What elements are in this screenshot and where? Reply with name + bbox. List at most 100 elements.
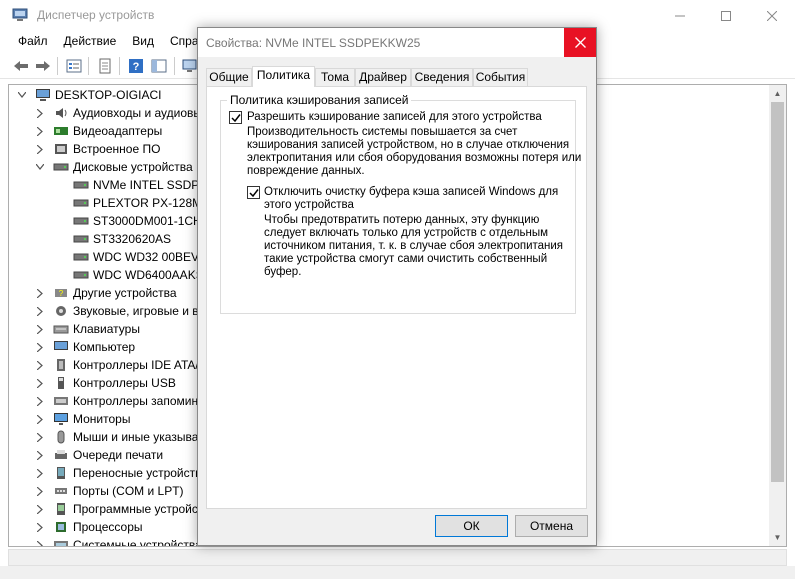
tab-policy[interactable]: Политика xyxy=(252,66,315,87)
tab-details[interactable]: Сведения xyxy=(411,68,473,86)
scroll-thumb[interactable] xyxy=(771,102,784,482)
chevron-down-icon[interactable] xyxy=(17,90,27,100)
tab-volumes[interactable]: Тома xyxy=(315,68,355,86)
chevron-right-icon[interactable] xyxy=(35,540,45,546)
tree-item-label: Переносные устройств xyxy=(73,466,202,480)
menu-view[interactable]: Вид xyxy=(124,31,162,53)
tree-item[interactable]: Встроенное ПО xyxy=(35,140,160,158)
dialog-close-button[interactable] xyxy=(564,28,596,57)
tree-item[interactable]: Контроллеры IDE ATA/ xyxy=(35,356,199,374)
chevron-right-icon[interactable] xyxy=(35,144,45,154)
tree-item[interactable]: Процессоры xyxy=(35,518,143,536)
tree-child-item[interactable]: NVMe INTEL SSDPEK xyxy=(73,176,215,194)
chevron-right-icon[interactable] xyxy=(35,306,45,316)
tree-child-label: ST3320620AS xyxy=(93,232,172,246)
disable-buffer-flush-label[interactable]: этого устройства xyxy=(264,199,354,212)
tree-child-item[interactable]: PLEXTOR PX-128M5 xyxy=(73,194,209,212)
chevron-right-icon[interactable] xyxy=(35,522,45,532)
tree-item[interactable]: Порты (COM и LPT) xyxy=(35,482,184,500)
option2-description-line: такие устройства смогут сами очистить со… xyxy=(264,253,548,265)
tree-item[interactable]: Аудиовходы и аудиовы xyxy=(35,104,202,122)
storage-controller-icon xyxy=(54,397,68,405)
close-icon xyxy=(574,37,586,48)
svg-text:?: ? xyxy=(59,289,64,298)
chevron-right-icon[interactable] xyxy=(35,396,45,406)
tree-item-label: Встроенное ПО xyxy=(73,142,161,156)
tree-child-label: ST3000DM001-1CH1 xyxy=(93,214,209,228)
keyboard-icon xyxy=(53,325,69,334)
vertical-scrollbar[interactable]: ▲ ▼ xyxy=(769,85,786,546)
dialog-title-bar: Свойства: NVMe INTEL SSDPEKKW25 xyxy=(198,28,596,57)
ok-button[interactable]: ОК xyxy=(435,515,508,537)
chevron-right-icon[interactable] xyxy=(35,432,45,442)
chevron-down-icon[interactable] xyxy=(35,162,45,172)
tree-item-label: Компьютер xyxy=(73,340,136,354)
chevron-right-icon[interactable] xyxy=(35,414,45,424)
tree-item[interactable]: Дисковые устройства xyxy=(35,158,193,176)
cancel-button[interactable]: Отмена xyxy=(515,515,588,537)
tree-item[interactable]: Контроллеры запомин xyxy=(35,392,198,410)
tree-item[interactable]: ? Другие устройства xyxy=(35,284,177,302)
chevron-right-icon[interactable] xyxy=(35,360,45,370)
tree-item[interactable]: Очереди печати xyxy=(35,446,163,464)
horizontal-scrollbar[interactable] xyxy=(8,549,787,566)
maximize-button[interactable] xyxy=(703,0,749,31)
enable-write-cache-checkbox[interactable] xyxy=(229,111,242,124)
tree-item[interactable]: Программные устройств xyxy=(35,500,210,518)
forward-arrow-icon[interactable] xyxy=(34,58,52,74)
scroll-down-icon[interactable]: ▼ xyxy=(769,529,786,546)
minimize-button[interactable] xyxy=(657,0,703,31)
tree-child-item[interactable]: WDC WD32 00BEVT- xyxy=(73,248,210,266)
tree-item[interactable]: Клавиатуры xyxy=(35,320,140,338)
disk-icon xyxy=(73,181,89,189)
tree-root[interactable]: DESKTOP-OIGIACI xyxy=(17,86,161,104)
panel-icon[interactable] xyxy=(150,58,168,74)
properties-list-icon[interactable] xyxy=(65,58,83,74)
tree-item[interactable]: Мыши и иные указыва xyxy=(35,428,198,446)
tree-child-item[interactable]: ST3000DM001-1CH1 xyxy=(73,212,208,230)
disable-buffer-flush-label[interactable]: Отключить очистку буфера кэша записей Wi… xyxy=(264,186,558,199)
printer-icon xyxy=(55,450,67,459)
tree-child-item[interactable]: ST3320620AS xyxy=(73,230,171,248)
menu-file[interactable]: Файл xyxy=(10,31,56,53)
chevron-right-icon[interactable] xyxy=(35,450,45,460)
chevron-right-icon[interactable] xyxy=(35,126,45,136)
sound-icon xyxy=(56,306,66,316)
tab-driver[interactable]: Драйвер xyxy=(355,68,411,86)
tree-item[interactable]: Системные устройства xyxy=(35,536,202,546)
chevron-right-icon[interactable] xyxy=(35,342,45,352)
tab-general[interactable]: Общие xyxy=(206,68,252,86)
chevron-right-icon[interactable] xyxy=(35,486,45,496)
chevron-right-icon[interactable] xyxy=(35,468,45,478)
tree-child-label: WDC WD6400AAKS- xyxy=(93,268,208,282)
chevron-right-icon[interactable] xyxy=(35,288,45,298)
close-button[interactable] xyxy=(749,0,795,31)
option1-description-line: повреждение данных. xyxy=(247,165,365,177)
tab-events[interactable]: События xyxy=(473,68,528,86)
disk-icon xyxy=(53,163,69,171)
chevron-right-icon[interactable] xyxy=(35,378,45,388)
back-arrow-icon[interactable] xyxy=(12,58,30,74)
enable-write-cache-label[interactable]: Разрешить кэширование записей для этого … xyxy=(247,111,542,124)
disk-icon xyxy=(73,271,89,279)
chevron-right-icon[interactable] xyxy=(35,504,45,514)
tree-item[interactable]: Компьютер xyxy=(35,338,135,356)
scroll-up-icon[interactable]: ▲ xyxy=(769,85,786,102)
tree-item-label: Звуковые, игровые и в xyxy=(73,304,199,318)
help-icon[interactable]: ? xyxy=(127,58,145,74)
system-device-icon xyxy=(54,541,68,546)
tree-item[interactable]: Видеоадаптеры xyxy=(35,122,162,140)
tree-item[interactable]: Звуковые, игровые и в xyxy=(35,302,199,320)
document-icon[interactable] xyxy=(96,58,114,74)
disable-buffer-flush-checkbox[interactable] xyxy=(247,186,260,199)
menu-action[interactable]: Действие xyxy=(56,31,125,53)
tree-item-label: Мыши и иные указыва xyxy=(73,430,199,444)
chevron-right-icon[interactable] xyxy=(35,108,45,118)
chevron-right-icon[interactable] xyxy=(35,324,45,334)
tree-item[interactable]: Переносные устройств xyxy=(35,464,202,482)
tree-item[interactable]: Мониторы xyxy=(35,410,130,428)
tree-child-item[interactable]: WDC WD6400AAKS- xyxy=(73,266,208,284)
option1-description-line: электропитания или сбоя оборудования воз… xyxy=(247,152,582,164)
mouse-icon xyxy=(57,430,65,444)
tree-item[interactable]: Контроллеры USB xyxy=(35,374,176,392)
